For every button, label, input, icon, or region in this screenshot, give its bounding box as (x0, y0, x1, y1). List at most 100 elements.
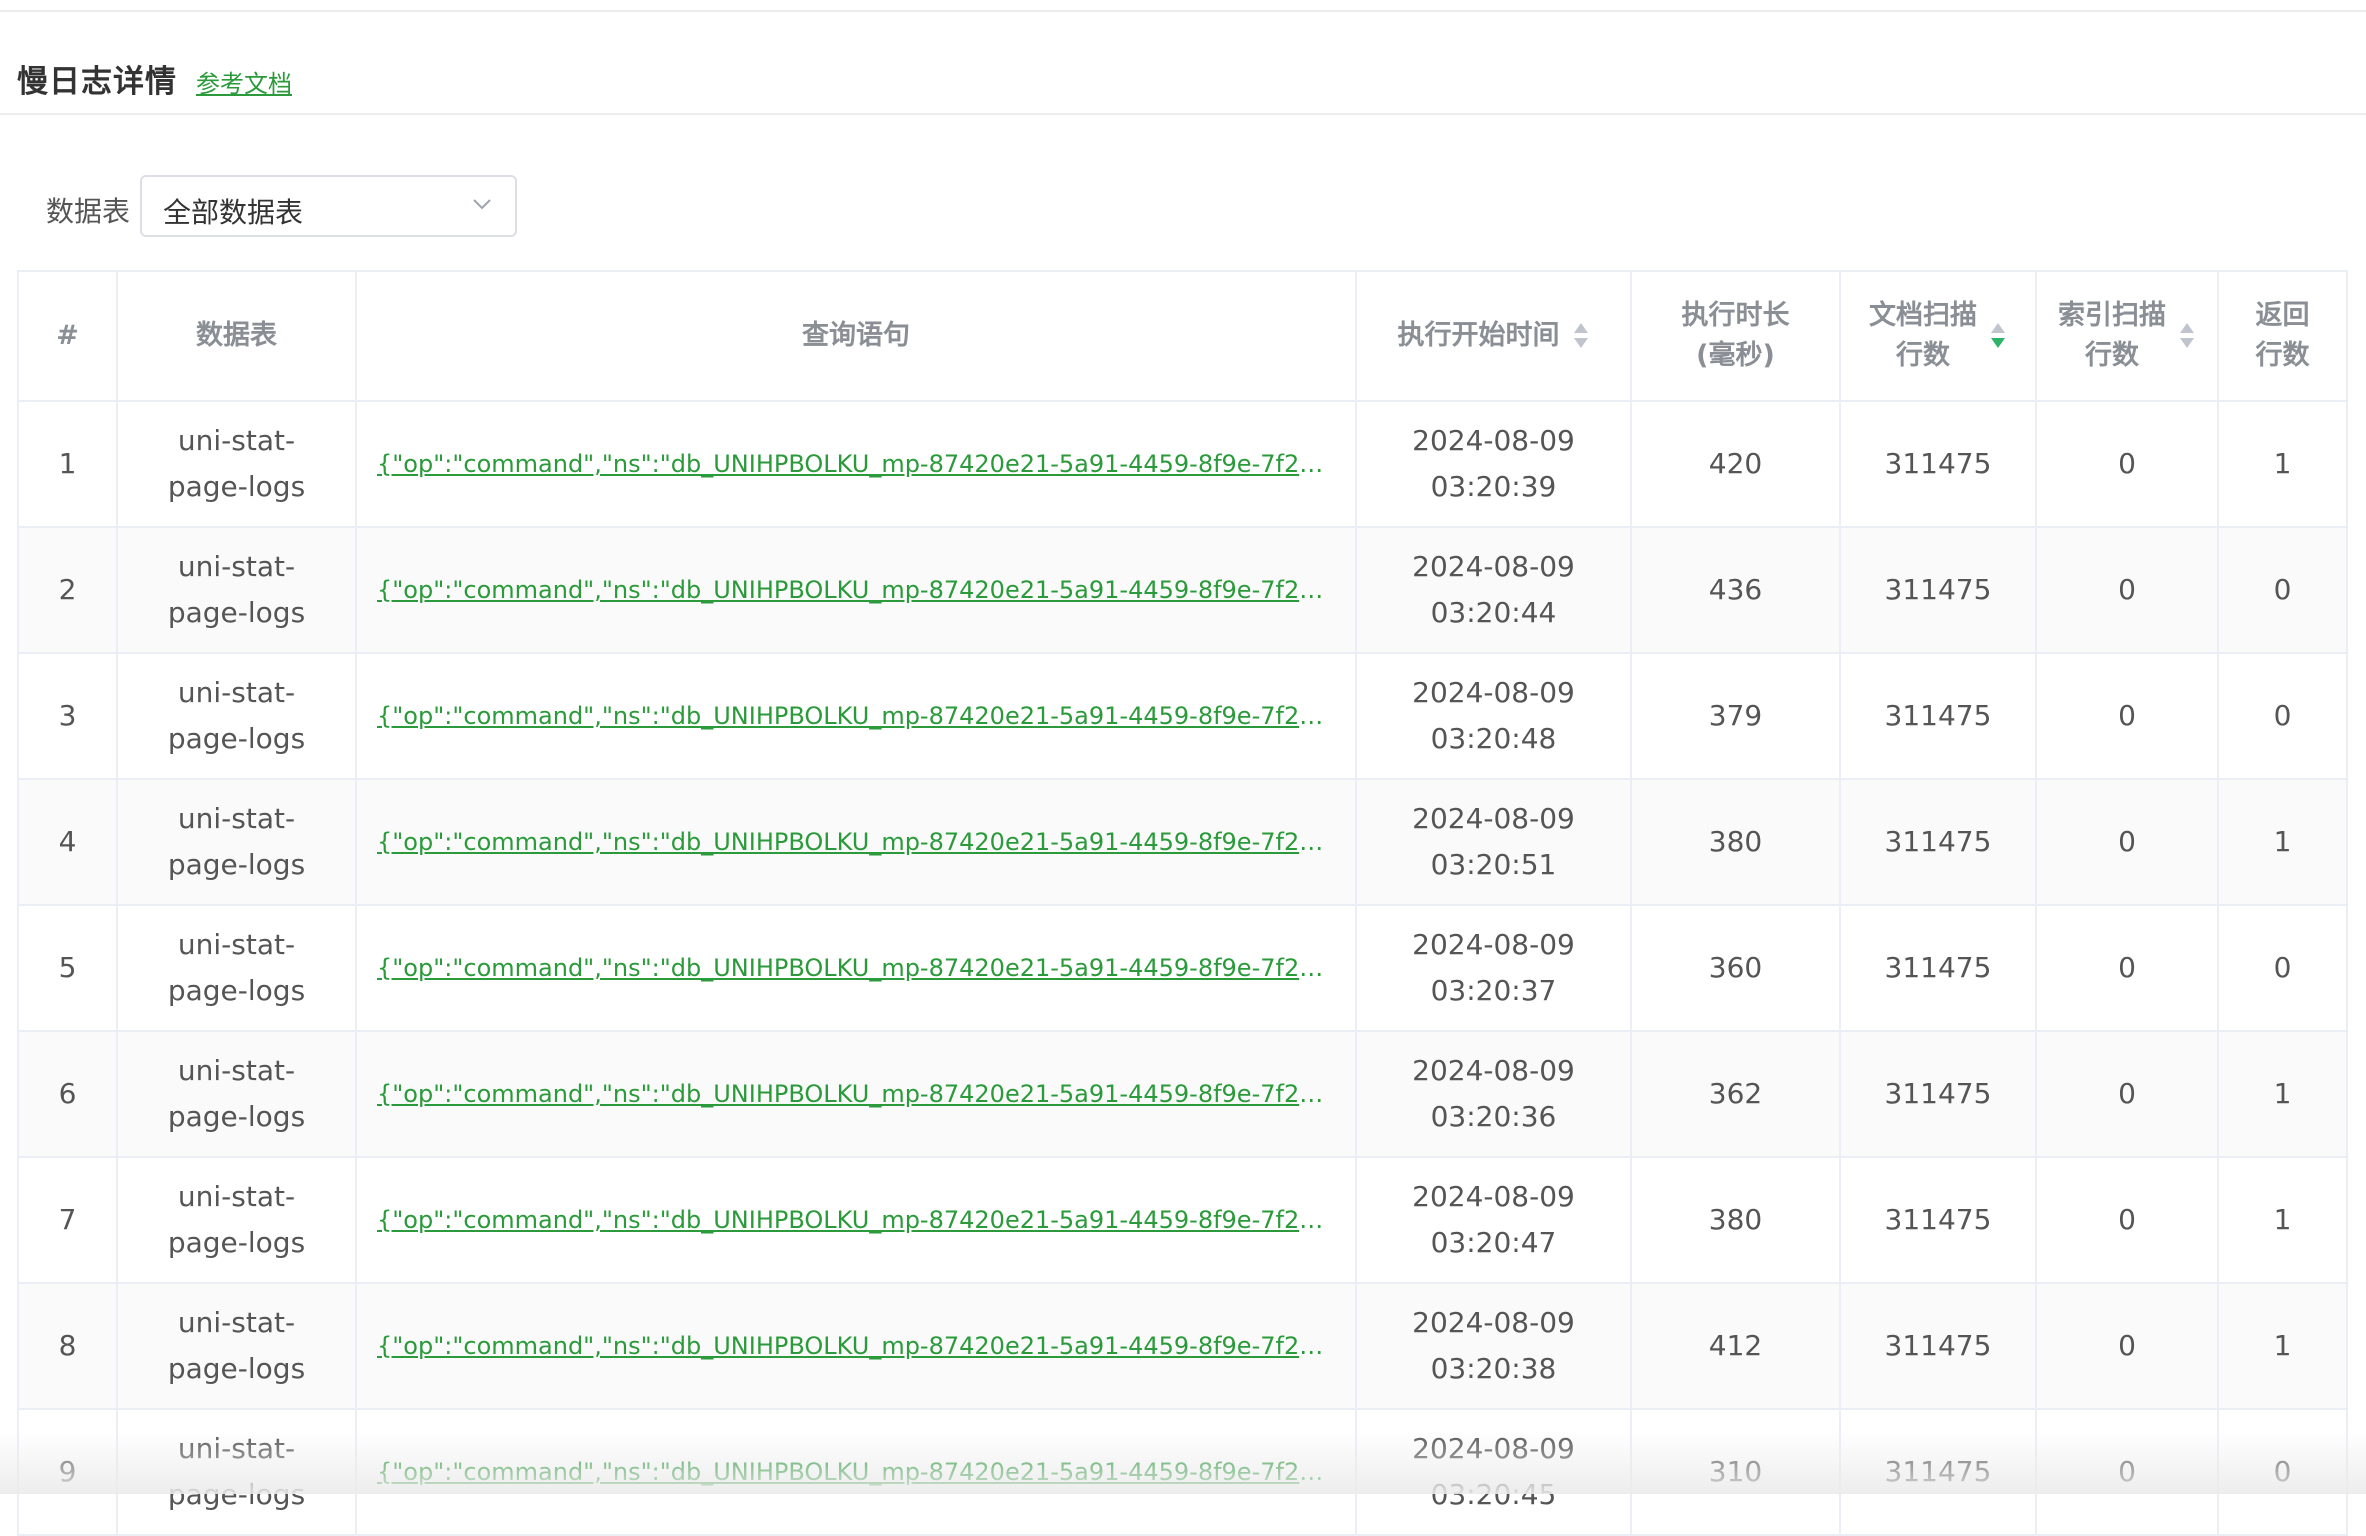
row-query: {"op":"command","ns":"db_UNIHPBOLKU_mp-8… (355, 1408, 1357, 1536)
row-index: 4 (17, 778, 118, 906)
row-collection: uni-stat-page-logs (116, 1156, 357, 1284)
page-header: 慢日志详情 参考文档 (0, 12, 2366, 115)
row-returned: 1 (2217, 1282, 2348, 1410)
row-keys-scanned: 0 (2035, 652, 2219, 780)
column-header-start-time[interactable]: 执行开始时间 (1355, 270, 1632, 402)
row-returned: 0 (2217, 526, 2348, 654)
row-returned: 0 (2217, 1408, 2348, 1536)
collection-filter-label: 数据表 (46, 195, 131, 228)
row-keys-scanned: 0 (2035, 526, 2219, 654)
row-returned: 1 (2217, 1030, 2348, 1158)
row-index: 2 (17, 526, 118, 654)
table-row: 3 uni-stat-page-logs {"op":"command","ns":… (17, 652, 2348, 780)
row-collection: uni-stat-page-logs (116, 904, 357, 1032)
query-link[interactable]: {"op":"command","ns":"db_UNIHPBOLKU_mp-8… (377, 1323, 1335, 1369)
row-query: {"op":"command","ns":"db_UNIHPBOLKU_mp-8… (355, 1030, 1357, 1158)
row-keys-scanned: 0 (2035, 1282, 2219, 1410)
row-index: 9 (17, 1408, 118, 1536)
row-docs-scanned: 311475 (1839, 526, 2037, 654)
row-start-time: 2024-08-09 03:20:48 (1355, 652, 1632, 780)
row-docs-scanned: 311475 (1839, 400, 2037, 528)
row-returned: 1 (2217, 1156, 2348, 1284)
slow-log-table: # 数据表 查询语句 执行开始时间 执行时长 (毫秒) 文档扫描 行数 索引扫描… (17, 270, 2348, 1536)
chevron-down-icon (473, 199, 491, 210)
row-query: {"op":"command","ns":"db_UNIHPBOLKU_mp-8… (355, 1156, 1357, 1284)
row-docs-scanned: 311475 (1839, 1408, 2037, 1536)
table-row: 6 uni-stat-page-logs {"op":"command","ns":… (17, 1030, 2348, 1158)
row-query: {"op":"command","ns":"db_UNIHPBOLKU_mp-8… (355, 526, 1357, 654)
query-link[interactable]: {"op":"command","ns":"db_UNIHPBOLKU_mp-8… (377, 441, 1335, 487)
sort-icon[interactable] (1572, 321, 1590, 351)
row-duration: 380 (1630, 778, 1841, 906)
page-title: 慢日志详情 (17, 64, 177, 100)
row-index: 8 (17, 1282, 118, 1410)
row-keys-scanned: 0 (2035, 1156, 2219, 1284)
column-header-docs-scanned[interactable]: 文档扫描 行数 (1839, 270, 2037, 402)
column-header-duration: 执行时长 (毫秒) (1630, 270, 1841, 402)
top-divider (0, 0, 2366, 12)
row-returned: 0 (2217, 904, 2348, 1032)
row-keys-scanned: 0 (2035, 778, 2219, 906)
row-collection: uni-stat-page-logs (116, 1408, 357, 1536)
row-docs-scanned: 311475 (1839, 778, 2037, 906)
row-keys-scanned: 0 (2035, 904, 2219, 1032)
sort-icon[interactable] (2178, 321, 2196, 351)
column-header-keys-scanned[interactable]: 索引扫描 行数 (2035, 270, 2219, 402)
query-link[interactable]: {"op":"command","ns":"db_UNIHPBOLKU_mp-8… (377, 1071, 1335, 1117)
row-start-time: 2024-08-09 03:20:37 (1355, 904, 1632, 1032)
row-docs-scanned: 311475 (1839, 652, 2037, 780)
row-keys-scanned: 0 (2035, 400, 2219, 528)
row-start-time: 2024-08-09 03:20:44 (1355, 526, 1632, 654)
row-start-time: 2024-08-09 03:20:36 (1355, 1030, 1632, 1158)
row-start-time: 2024-08-09 03:20:38 (1355, 1282, 1632, 1410)
row-start-time: 2024-08-09 03:20:45 (1355, 1408, 1632, 1536)
row-collection: uni-stat-page-logs (116, 1030, 357, 1158)
query-link[interactable]: {"op":"command","ns":"db_UNIHPBOLKU_mp-8… (377, 1449, 1335, 1495)
query-link[interactable]: {"op":"command","ns":"db_UNIHPBOLKU_mp-8… (377, 819, 1335, 865)
row-query: {"op":"command","ns":"db_UNIHPBOLKU_mp-8… (355, 652, 1357, 780)
collection-select[interactable]: 全部数据表 (140, 175, 517, 237)
row-duration: 360 (1630, 904, 1841, 1032)
row-query: {"op":"command","ns":"db_UNIHPBOLKU_mp-8… (355, 1282, 1357, 1410)
row-returned: 0 (2217, 652, 2348, 780)
sort-descending-icon[interactable] (1989, 321, 2007, 351)
table-row: 7 uni-stat-page-logs {"op":"command","ns":… (17, 1156, 2348, 1284)
row-duration: 380 (1630, 1156, 1841, 1284)
row-duration: 379 (1630, 652, 1841, 780)
row-keys-scanned: 0 (2035, 1030, 2219, 1158)
table-row: 1 uni-stat-page-logs {"op":"command","ns":… (17, 400, 2348, 528)
column-header-query: 查询语句 (355, 270, 1357, 402)
query-link[interactable]: {"op":"command","ns":"db_UNIHPBOLKU_mp-8… (377, 693, 1335, 739)
query-link[interactable]: {"op":"command","ns":"db_UNIHPBOLKU_mp-8… (377, 567, 1335, 613)
row-query: {"op":"command","ns":"db_UNIHPBOLKU_mp-8… (355, 400, 1357, 528)
row-start-time: 2024-08-09 03:20:47 (1355, 1156, 1632, 1284)
row-query: {"op":"command","ns":"db_UNIHPBOLKU_mp-8… (355, 778, 1357, 906)
table-row: 4 uni-stat-page-logs {"op":"command","ns":… (17, 778, 2348, 906)
row-query: {"op":"command","ns":"db_UNIHPBOLKU_mp-8… (355, 904, 1357, 1032)
column-header-index: # (17, 270, 118, 402)
row-collection: uni-stat-page-logs (116, 400, 357, 528)
table-header-row: # 数据表 查询语句 执行开始时间 执行时长 (毫秒) 文档扫描 行数 索引扫描… (17, 270, 2348, 402)
row-collection: uni-stat-page-logs (116, 1282, 357, 1410)
row-collection: uni-stat-page-logs (116, 526, 357, 654)
row-docs-scanned: 311475 (1839, 1156, 2037, 1284)
table-row: 2 uni-stat-page-logs {"op":"command","ns":… (17, 526, 2348, 654)
row-index: 3 (17, 652, 118, 780)
query-link[interactable]: {"op":"command","ns":"db_UNIHPBOLKU_mp-8… (377, 1197, 1335, 1243)
row-docs-scanned: 311475 (1839, 1282, 2037, 1410)
row-index: 6 (17, 1030, 118, 1158)
table-row: 8 uni-stat-page-logs {"op":"command","ns":… (17, 1282, 2348, 1410)
reference-docs-link[interactable]: 参考文档 (196, 64, 292, 99)
row-index: 1 (17, 400, 118, 528)
row-duration: 412 (1630, 1282, 1841, 1410)
row-duration: 310 (1630, 1408, 1841, 1536)
query-link[interactable]: {"op":"command","ns":"db_UNIHPBOLKU_mp-8… (377, 945, 1335, 991)
row-collection: uni-stat-page-logs (116, 778, 357, 906)
row-start-time: 2024-08-09 03:20:39 (1355, 400, 1632, 528)
row-returned: 1 (2217, 400, 2348, 528)
row-returned: 1 (2217, 778, 2348, 906)
row-duration: 362 (1630, 1030, 1841, 1158)
row-duration: 420 (1630, 400, 1841, 528)
collection-select-value: 全部数据表 (163, 196, 304, 229)
row-start-time: 2024-08-09 03:20:51 (1355, 778, 1632, 906)
